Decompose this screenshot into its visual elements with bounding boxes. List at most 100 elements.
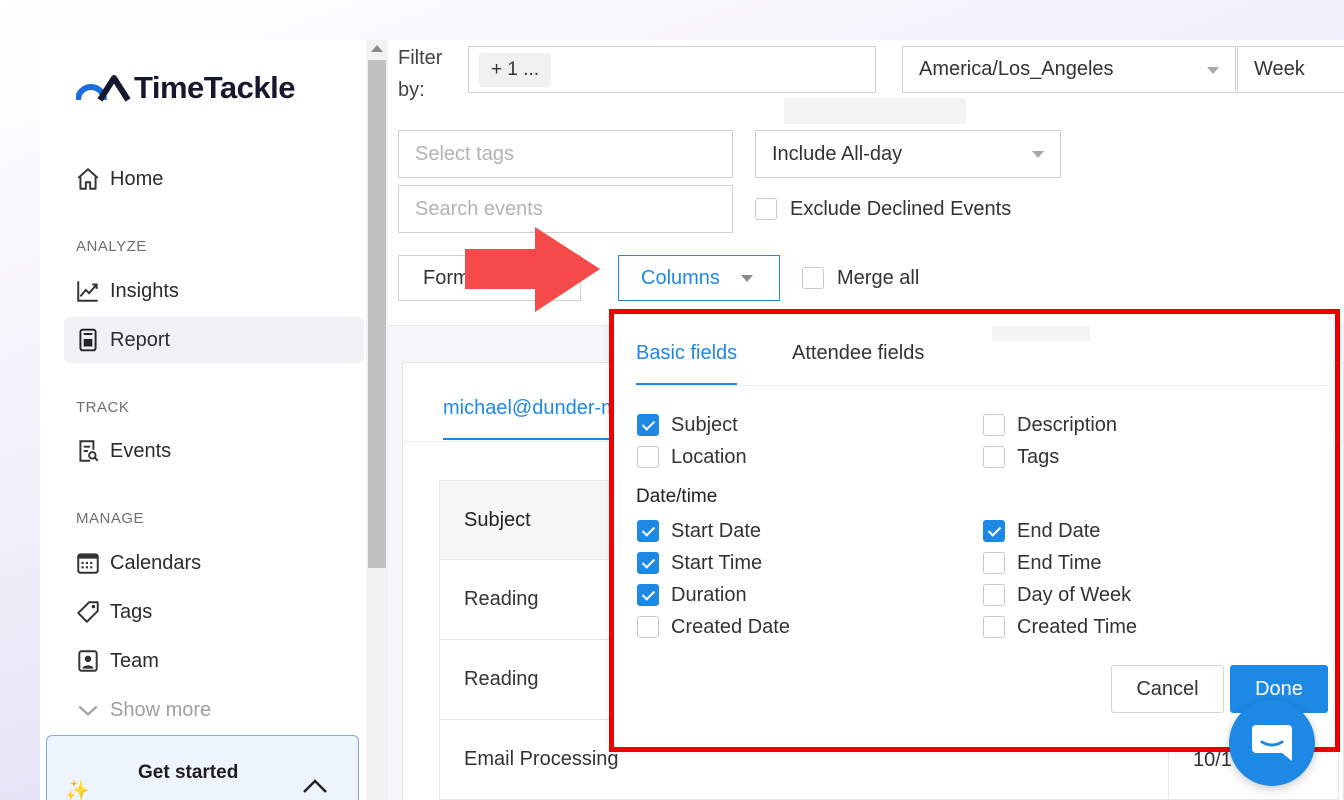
sidebar-scrollbar[interactable] (366, 40, 388, 800)
chat-launcher-button[interactable] (1229, 700, 1315, 786)
red-arrow-pointer-icon (465, 227, 600, 312)
cell-subject: Email Processing (464, 748, 619, 770)
logo[interactable]: TimeTackle (76, 70, 296, 106)
team-icon (74, 647, 102, 675)
all-day-select[interactable]: Include All-day (755, 130, 1061, 178)
tags-label: Tags (1017, 446, 1060, 468)
tags-placeholder: Select tags (415, 142, 514, 165)
show-more-toggle[interactable]: Show more (64, 687, 364, 733)
exclude-declined-checkbox[interactable] (755, 198, 777, 220)
line-chart-icon (74, 277, 102, 305)
start-time-checkbox[interactable] (637, 552, 659, 574)
sidebar-item-label: Team (110, 649, 159, 672)
tags-select[interactable]: Select tags (398, 130, 733, 178)
cell-subject: Reading (464, 668, 539, 690)
filter-by-label: Filter by: (398, 47, 443, 101)
sidebar-item-label: Insights (110, 279, 179, 302)
timetackle-logo-icon (76, 75, 131, 102)
chevron-down-icon (74, 696, 102, 724)
subject-checkbox[interactable] (637, 414, 659, 436)
end-date-label: End Date (1017, 520, 1101, 542)
report-icon (74, 326, 102, 354)
sidebar-item-home[interactable]: Home (64, 156, 364, 202)
start-date-checkbox[interactable] (637, 520, 659, 542)
subject-label: Subject (671, 414, 738, 436)
format-label: Form (423, 266, 470, 289)
end-time-label: End Time (1017, 552, 1102, 574)
cancel-button[interactable]: Cancel (1111, 665, 1224, 713)
end-date-checkbox[interactable] (983, 520, 1005, 542)
chevron-up-icon[interactable] (302, 778, 328, 794)
day-of-week-label: Day of Week (1017, 584, 1132, 606)
tab-attendee-fields[interactable]: Attendee fields (792, 342, 924, 383)
merge-all-label: Merge all (837, 267, 920, 289)
tag-icon (74, 598, 102, 626)
scroll-up-arrow-icon[interactable] (371, 45, 383, 52)
duration-checkbox[interactable] (637, 584, 659, 606)
sidebar-item-insights[interactable]: Insights (64, 268, 364, 314)
period-select[interactable]: Week (1237, 46, 1344, 93)
sidebar-item-report[interactable]: Report (64, 317, 364, 363)
created-time-checkbox[interactable] (983, 616, 1005, 638)
filter-chip[interactable]: + 1 ... (479, 53, 552, 87)
tags-checkbox[interactable] (983, 446, 1005, 468)
timezone-value: America/Los_Angeles (919, 58, 1114, 80)
sidebar-item-label: Tags (110, 600, 153, 623)
magic-wand-icon: ✨ (65, 780, 90, 800)
sidebar-item-tags[interactable]: Tags (64, 589, 364, 635)
tab-basic-fields[interactable]: Basic fields (636, 342, 738, 386)
section-label-track: TRACK (76, 399, 130, 416)
sidebar-item-label: Calendars (110, 551, 202, 574)
caret-down-icon (1207, 66, 1219, 74)
column-header-subject[interactable]: Subject (464, 509, 531, 532)
sidebar-item-label: Events (110, 439, 172, 462)
tabs-divider (634, 385, 1328, 386)
created-date-label: Created Date (671, 616, 790, 638)
chat-icon (1252, 725, 1292, 761)
sidebar-item-label: Report (110, 328, 171, 351)
get-started-panel[interactable]: ✨ Get started (46, 735, 359, 800)
location-label: Location (671, 446, 747, 468)
scrollbar-thumb[interactable] (368, 60, 386, 568)
timezone-select[interactable]: America/Los_Angeles (902, 46, 1236, 93)
end-time-checkbox[interactable] (983, 552, 1005, 574)
loading-placeholder (784, 98, 966, 124)
show-more-label: Show more (110, 698, 212, 721)
loading-placeholder (992, 326, 1090, 342)
columns-label: Columns (641, 266, 720, 289)
merge-all-checkbox[interactable] (802, 267, 824, 289)
filter-input[interactable]: + 1 ... (468, 46, 876, 93)
period-value: Week (1254, 58, 1305, 80)
sidebar-item-calendars[interactable]: Calendars (64, 540, 364, 586)
get-started-title: Get started (138, 762, 239, 783)
description-label: Description (1017, 414, 1118, 436)
start-time-label: Start Time (671, 552, 763, 574)
tab-account[interactable]: michael@dunder-m (443, 397, 633, 440)
day-of-week-checkbox[interactable] (983, 584, 1005, 606)
home-icon (74, 165, 102, 193)
events-search-icon (74, 437, 102, 465)
caret-down-icon (741, 275, 753, 282)
calendar-icon (74, 549, 102, 577)
description-checkbox[interactable] (983, 414, 1005, 436)
section-label-analyze: ANALYZE (76, 238, 147, 255)
search-events-input[interactable]: Search events (398, 185, 733, 233)
sidebar: TimeTackle Home ANALYZE Insights Report … (40, 40, 366, 800)
duration-label: Duration (671, 584, 747, 606)
sidebar-item-team[interactable]: Team (64, 638, 364, 684)
cell-subject: Reading (464, 588, 539, 610)
caret-down-icon (1032, 151, 1044, 158)
exclude-declined-label: Exclude Declined Events (790, 198, 1012, 220)
all-day-value: Include All-day (772, 142, 903, 165)
sidebar-item-events[interactable]: Events (64, 428, 364, 474)
location-checkbox[interactable] (637, 446, 659, 468)
datetime-heading: Date/time (636, 486, 718, 507)
columns-dropdown: Basic fields Attendee fields Subject Des… (612, 312, 1336, 748)
search-placeholder: Search events (415, 197, 543, 220)
start-date-label: Start Date (671, 520, 762, 542)
sidebar-item-label: Home (110, 167, 164, 190)
created-date-checkbox[interactable] (637, 616, 659, 638)
columns-button[interactable]: Columns (618, 255, 780, 301)
created-time-label: Created Time (1017, 616, 1138, 638)
section-label-manage: MANAGE (76, 510, 145, 527)
